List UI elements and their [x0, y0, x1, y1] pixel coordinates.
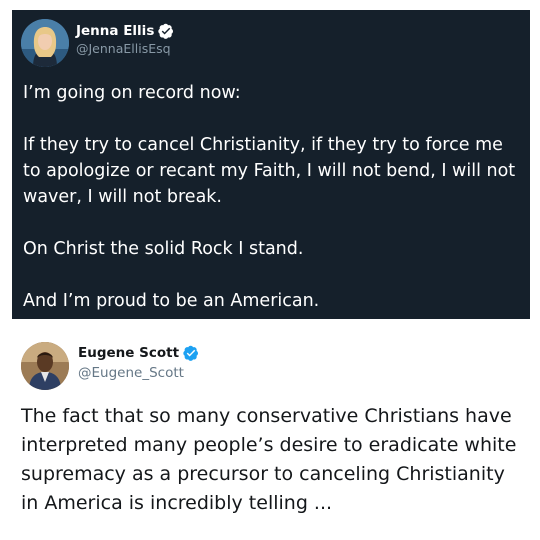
tweet-card-jenna-ellis[interactable]: Jenna Ellis @JennaEllisEsq I’m going on … [12, 10, 530, 319]
avatar[interactable] [21, 342, 69, 390]
display-name[interactable]: Eugene Scott [78, 345, 179, 361]
tweet-text: The fact that so many conservative Chris… [21, 405, 523, 514]
user-handle[interactable]: @Eugene_Scott [78, 365, 184, 381]
profile-photo-icon [21, 19, 69, 67]
display-name[interactable]: Jenna Ellis [76, 23, 154, 39]
profile-photo-icon [21, 342, 69, 390]
user-handle[interactable]: @JennaEllisEsq [76, 41, 171, 57]
verified-badge-icon [183, 345, 199, 361]
tweet-card-eugene-scott[interactable]: Eugene Scott @Eugene_Scott The fact that… [12, 330, 530, 530]
verified-badge-icon [158, 23, 174, 39]
avatar[interactable] [21, 19, 69, 67]
tweet-text: I’m going on record now: If they try to … [23, 83, 516, 311]
